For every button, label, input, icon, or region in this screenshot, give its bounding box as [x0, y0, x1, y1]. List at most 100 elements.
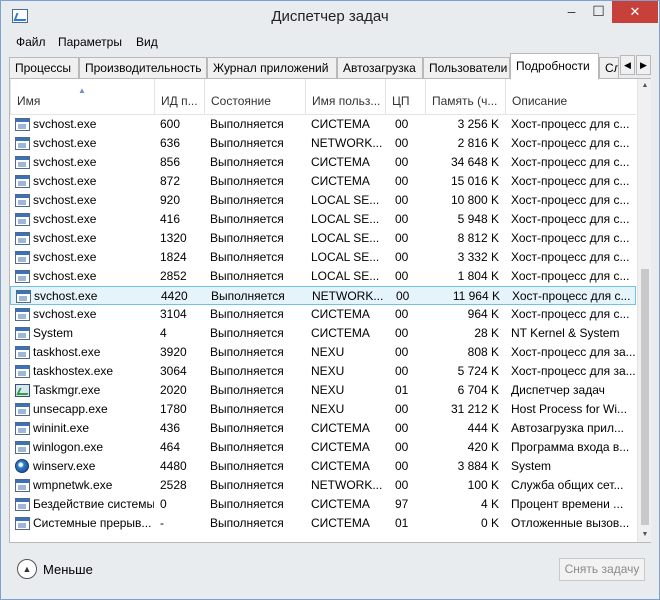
table-row[interactable]: svchost.exe 600 Выполняется СИСТЕМА 00 3 256 … [10, 115, 636, 134]
process-memory: 15 016 K [450, 174, 499, 188]
table-row[interactable]: Бездействие системы 0 Выполняется СИСТЕМА 97… [10, 495, 636, 514]
table-row[interactable]: svchost.exe 920 Выполняется LOCAL SE... 00 10… [10, 191, 636, 210]
table-row[interactable]: unsecapp.exe 1780 Выполняется NEXU 00 31 212 … [10, 400, 636, 419]
column-header-name[interactable]: Имя [10, 79, 154, 115]
table-row[interactable]: svchost.exe 1320 Выполняется LOCAL SE... 00 8… [10, 229, 636, 248]
tab-processes[interactable]: Процессы [9, 57, 79, 79]
process-memory: 31 212 K [450, 402, 499, 416]
menu-bar: Файл Параметры Вид [1, 31, 659, 53]
tab-performance[interactable]: Производительность [79, 57, 207, 79]
vertical-scrollbar[interactable]: ▲ ▼ [637, 79, 651, 542]
process-user: NEXU [311, 364, 345, 378]
process-name: svchost.exe [33, 174, 97, 188]
table-row[interactable]: winlogon.exe 464 Выполняется СИСТЕМА 00 420 K… [10, 438, 636, 457]
scroll-up-icon[interactable]: ▲ [638, 79, 652, 93]
column-header-status[interactable]: Состояние [204, 79, 305, 115]
process-cpu: 00 [395, 364, 409, 378]
process-name: Taskmgr.exe [33, 383, 101, 397]
process-status: Выполняется [210, 421, 284, 435]
table-row[interactable]: svchost.exe 416 Выполняется LOCAL SE... 00 5 … [10, 210, 636, 229]
table-row[interactable]: Системные прерыв... - Выполняется СИСТЕМА 01… [10, 514, 636, 533]
process-cpu: 00 [395, 421, 409, 435]
process-status: Выполняется [210, 307, 284, 321]
column-header-pid[interactable]: ИД п... [154, 79, 204, 115]
table-row[interactable]: Taskmgr.exe 2020 Выполняется NEXU 01 6 704 K Д… [10, 381, 636, 400]
tab-startup[interactable]: Автозагрузка [337, 57, 423, 79]
process-description: Хост-процесс для с... [511, 307, 630, 321]
process-pid: 2852 [160, 269, 187, 283]
process-description: Хост-процесс для с... [511, 231, 630, 245]
process-description: Служба общих сет... [511, 478, 624, 492]
process-pid: 3064 [160, 364, 187, 378]
process-name: svchost.exe [33, 193, 97, 207]
table-row[interactable]: svchost.exe 872 Выполняется СИСТЕМА 00 15 016… [10, 172, 636, 191]
table-row[interactable]: wmpnetwk.exe 2528 Выполняется NETWORK... 00 1… [10, 476, 636, 495]
process-name: Бездействие системы [33, 497, 154, 511]
process-cpu: 00 [395, 440, 409, 454]
tab-details[interactable]: Подробности [510, 53, 599, 80]
process-status: Выполняется [210, 326, 284, 340]
process-pid: 600 [160, 117, 181, 131]
end-task-button[interactable]: Снять задачу [559, 558, 645, 581]
table-row[interactable]: taskhostex.exe 3064 Выполняется NEXU 00 5 724… [10, 362, 636, 381]
column-header-description[interactable]: Описание [505, 79, 636, 115]
process-description: Хост-процесс для за... [511, 345, 636, 359]
table-row[interactable]: svchost.exe 2852 Выполняется LOCAL SE... 00 1… [10, 267, 636, 286]
process-name: svchost.exe [33, 307, 97, 321]
process-memory: 0 K [480, 516, 499, 530]
table-row[interactable]: svchost.exe 1824 Выполняется LOCAL SE... 00 3… [10, 248, 636, 267]
process-name: svchost.exe [33, 269, 97, 283]
tab-users[interactable]: Пользователи [423, 57, 510, 79]
menu-file[interactable]: Файл [16, 35, 46, 49]
process-user: NEXU [311, 402, 345, 416]
process-user: LOCAL SE... [311, 269, 380, 283]
process-description: Автозагрузка прил... [511, 421, 625, 435]
process-memory: 10 800 K [450, 193, 499, 207]
process-name: svchost.exe [33, 136, 97, 150]
table-row[interactable]: winserv.exe 4480 Выполняется СИСТЕМА 00 3 884… [10, 457, 636, 476]
tab-scroll-right-icon[interactable]: ▶ [636, 55, 651, 75]
process-name: taskhost.exe [33, 345, 101, 359]
process-status: Выполняется [210, 402, 284, 416]
table-row[interactable]: System 4 Выполняется СИСТЕМА 00 28 K NT Kernel… [10, 324, 636, 343]
process-status: Выполняется [210, 269, 284, 283]
process-user: NETWORK... [312, 289, 384, 303]
column-header-user[interactable]: Имя польз... [305, 79, 385, 115]
table-row[interactable]: svchost.exe 4420 Выполняется NETWORK... 00 11… [10, 286, 636, 305]
process-status: Выполняется [210, 497, 284, 511]
process-user: СИСТЕМА [311, 440, 370, 454]
process-description: Хост-процесс для с... [511, 269, 630, 283]
process-cpu: 00 [395, 155, 409, 169]
table-row[interactable]: svchost.exe 636 Выполняется NETWORK... 00 2 8… [10, 134, 636, 153]
menu-options[interactable]: Параметры [58, 35, 122, 49]
table-row[interactable]: wininit.exe 436 Выполняется СИСТЕМА 00 444 K А… [10, 419, 636, 438]
process-description: Процент времени ... [511, 497, 624, 511]
menu-view[interactable]: Вид [136, 35, 158, 49]
process-memory: 808 K [467, 345, 499, 359]
tab-app-history[interactable]: Журнал приложений [207, 57, 337, 79]
minimize-button[interactable]: – [558, 1, 585, 23]
process-pid: 2020 [160, 383, 187, 397]
details-panel: ▲ Имя ИД п... Состояние Имя польз... ЦП … [9, 78, 651, 543]
table-row[interactable]: svchost.exe 856 Выполняется СИСТЕМА 00 34 648… [10, 153, 636, 172]
table-row[interactable]: svchost.exe 3104 Выполняется СИСТЕМА 00 964 K… [10, 305, 636, 324]
process-pid: 872 [160, 174, 181, 188]
process-name: svchost.exe [33, 231, 97, 245]
column-header-cpu[interactable]: ЦП [385, 79, 425, 115]
process-memory: 4 K [480, 497, 499, 511]
scrollbar-thumb[interactable] [641, 269, 649, 525]
close-button[interactable]: ✕ [612, 1, 658, 23]
scroll-down-icon[interactable]: ▼ [638, 528, 652, 542]
process-status: Выполняется [210, 250, 284, 264]
process-description: Хост-процесс для с... [511, 212, 630, 226]
tab-scroll-left-icon[interactable]: ◀ [620, 55, 635, 75]
process-cpu: 00 [395, 231, 409, 245]
tab-services[interactable]: Службы [599, 57, 619, 79]
table-row[interactable]: taskhost.exe 3920 Выполняется NEXU 00 808 K Хо… [10, 343, 636, 362]
column-header-memory[interactable]: Память (ч... [425, 79, 505, 115]
process-description: Хост-процесс для за... [511, 364, 636, 378]
process-cpu: 00 [395, 478, 409, 492]
process-name: taskhostex.exe [33, 364, 114, 378]
maximize-button[interactable]: ☐ [585, 1, 612, 23]
process-memory: 8 812 K [457, 231, 499, 245]
